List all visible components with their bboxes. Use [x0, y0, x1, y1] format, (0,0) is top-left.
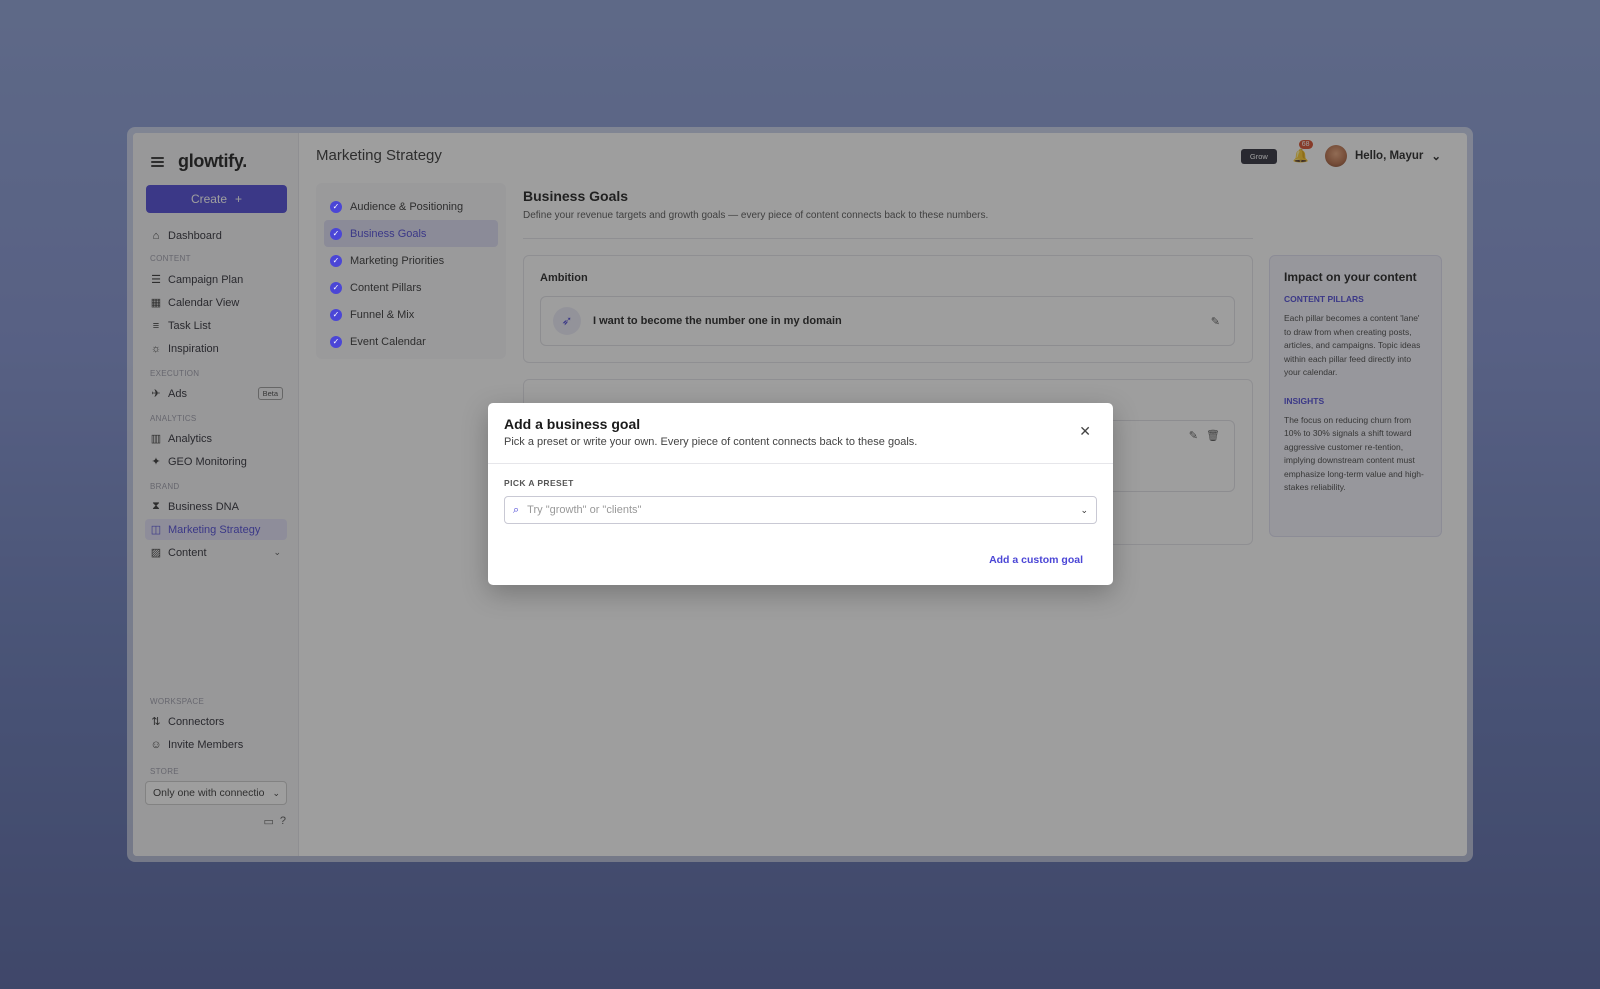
check-icon: ✓: [330, 254, 342, 267]
add-custom-goal-button[interactable]: Add a custom goal: [989, 554, 1083, 566]
close-icon[interactable]: ✕: [1079, 423, 1091, 440]
search-icon: ⌕: [513, 503, 520, 516]
check-icon: ✓: [330, 281, 342, 294]
check-icon: ✓: [330, 308, 342, 321]
modal-title: Add a business goal: [504, 416, 641, 432]
preset-label: PICK A PRESET: [504, 478, 574, 488]
chevron-down-icon[interactable]: ⌄: [1080, 505, 1088, 516]
modal-subtitle: Pick a preset or write your own. Every p…: [504, 436, 918, 448]
preset-search-input[interactable]: [527, 504, 1048, 516]
preset-search[interactable]: ⌕ ⌄: [504, 496, 1097, 524]
check-icon: ✓: [330, 227, 342, 240]
add-goal-modal: Add a business goal Pick a preset or wri…: [488, 403, 1113, 585]
check-icon: ✓: [330, 335, 342, 348]
divider: [488, 463, 1113, 464]
check-icon: ✓: [330, 200, 342, 213]
